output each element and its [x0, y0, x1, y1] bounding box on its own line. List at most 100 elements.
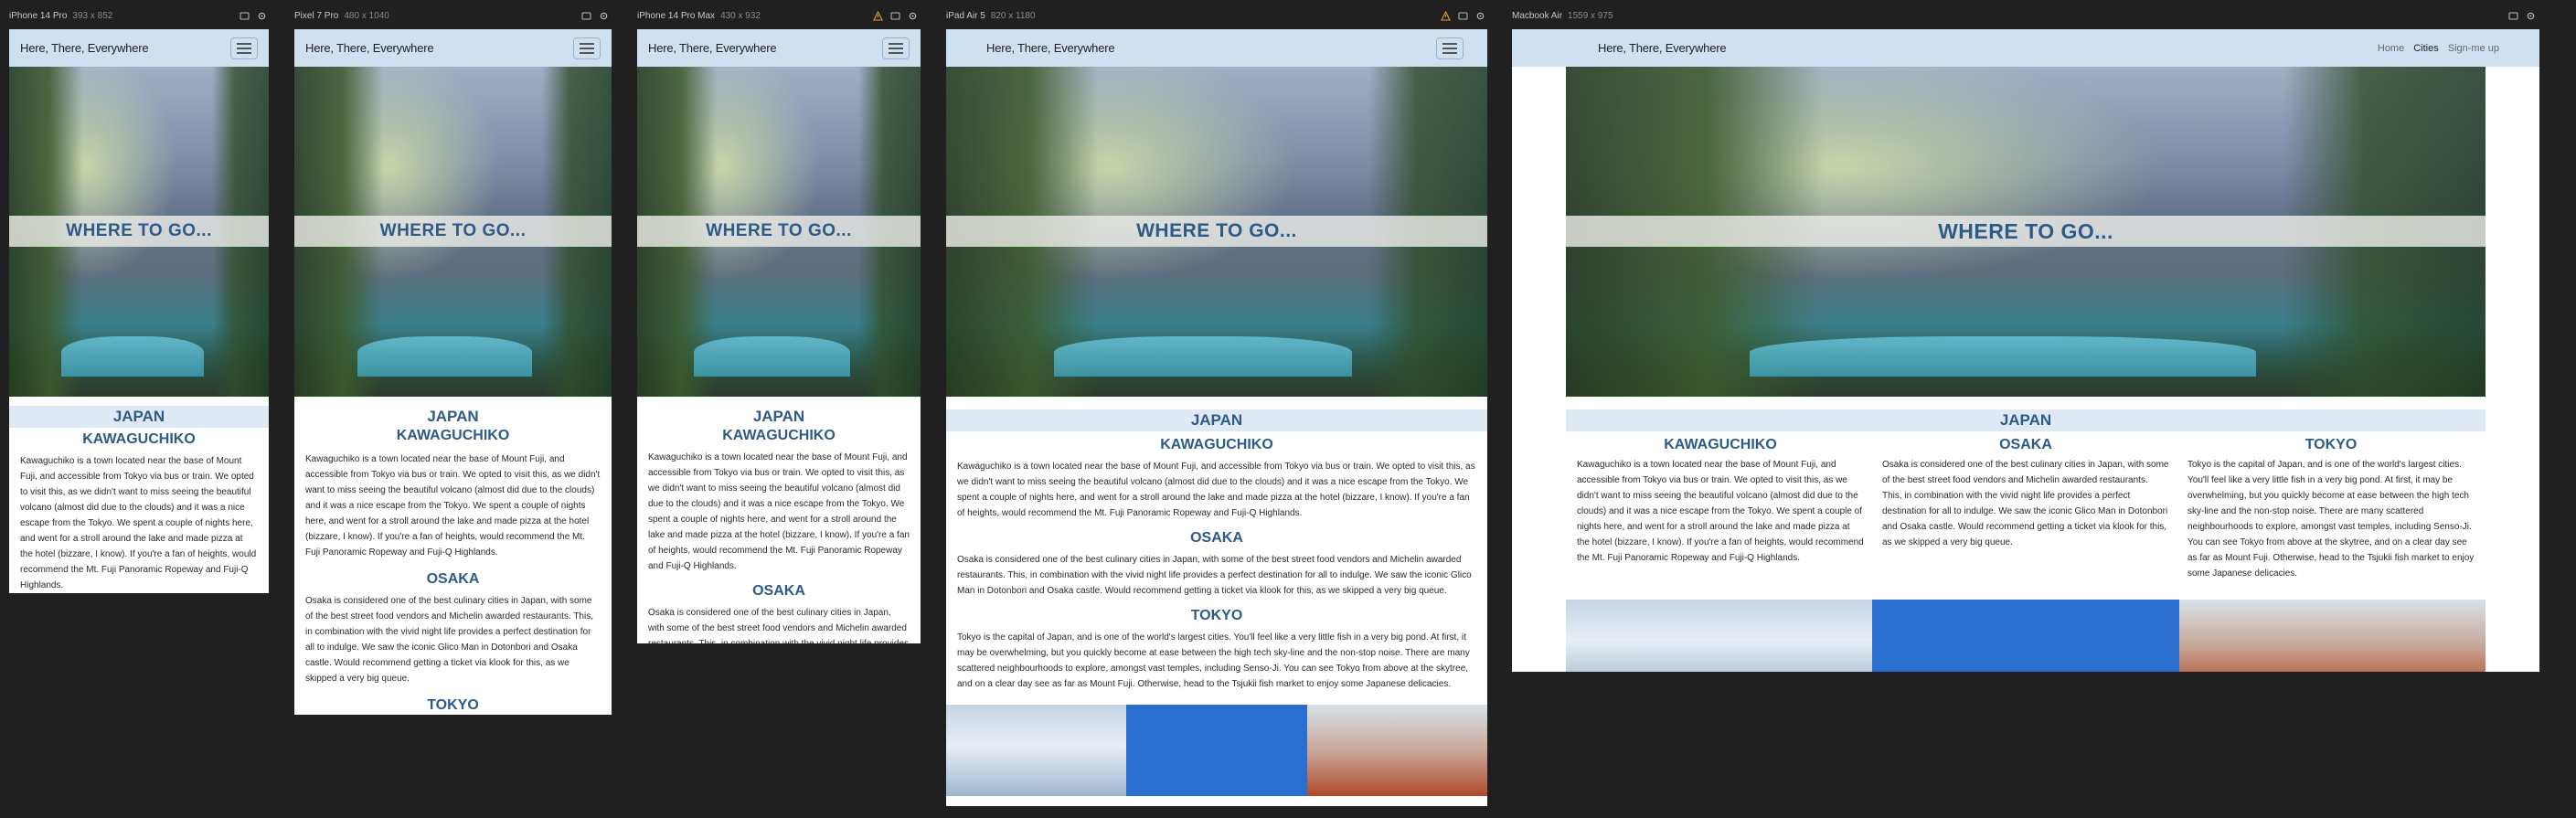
- tablet-icon[interactable]: [2508, 11, 2518, 21]
- city-title: KAWAGUCHIKO: [82, 431, 196, 447]
- city-description: Tokyo is the capital of Japan, and is on…: [957, 632, 1470, 689]
- gear-icon[interactable]: [257, 11, 267, 21]
- nav-link-cities[interactable]: Cities: [2413, 43, 2439, 54]
- country-heading: JAPAN: [637, 406, 921, 428]
- hero-image: WHERE TO GO...: [294, 67, 612, 397]
- city-title: OSAKA: [1999, 437, 2052, 452]
- city-title: TOKYO: [1190, 608, 1243, 623]
- photo-blue-sky: [1126, 705, 1307, 796]
- hero-title: WHERE TO GO...: [1566, 216, 2486, 247]
- content-section: JAPAN KAWAGUCHIKO Kawaguchiko is a town …: [9, 406, 269, 593]
- navbar: Here, There, Everywhere: [946, 29, 1487, 67]
- photo-clouds: [946, 705, 1127, 796]
- navbar: Here, There, Everywhere: [637, 29, 921, 67]
- city-description: Kawaguchiko is a town located near the b…: [648, 452, 910, 571]
- hero-image: WHERE TO GO...: [637, 67, 921, 397]
- brand-link[interactable]: Here, There, Everywhere: [1598, 41, 1727, 55]
- city-title: OSAKA: [426, 571, 480, 587]
- photo-row: [946, 705, 1487, 796]
- page-container: WHERE TO GO... JAPAN KAWAGUCHIKO Kawaguc…: [1566, 67, 2486, 672]
- city-description: Osaka is considered one of the best culi…: [1882, 460, 2169, 547]
- city-columns: KAWAGUCHIKO Kawaguchiko is a town locate…: [1566, 431, 2486, 581]
- city-title: TOKYO: [427, 697, 479, 713]
- hero-title: WHERE TO GO...: [294, 216, 612, 247]
- tablet-icon[interactable]: [890, 11, 900, 21]
- city-column: OSAKA Osaka is considered one of the bes…: [1882, 431, 2169, 581]
- hero-title: WHERE TO GO...: [9, 216, 269, 247]
- hamburger-menu-icon[interactable]: [573, 37, 601, 59]
- gear-icon[interactable]: [908, 11, 918, 21]
- country-heading: JAPAN: [9, 406, 269, 428]
- device-label-iphone-14-pro-max: iPhone 14 Pro Max 430 x 932: [637, 7, 761, 24]
- tablet-icon[interactable]: [240, 11, 250, 21]
- device-name: iPhone 14 Pro: [9, 10, 68, 21]
- city-title: KAWAGUCHIKO: [722, 428, 836, 443]
- hero-title: WHERE TO GO...: [946, 216, 1487, 247]
- device-label-iphone-14-pro: iPhone 14 Pro 393 x 852: [9, 7, 112, 24]
- tablet-icon[interactable]: [1458, 11, 1468, 21]
- warning-icon[interactable]: [1441, 10, 1451, 21]
- city-title: KAWAGUCHIKO: [1664, 437, 1777, 452]
- city-column: TOKYO Tokyo is the capital of Japan, and…: [2187, 431, 2475, 581]
- tablet-icon[interactable]: [581, 11, 591, 21]
- device-toolbar: [240, 7, 267, 24]
- device-toolbar: [1441, 7, 1485, 24]
- city-description: Kawaguchiko is a town located near the b…: [957, 462, 1475, 518]
- hero-image: WHERE TO GO...: [946, 67, 1487, 397]
- photo-blue-sky: [1872, 600, 2179, 672]
- warning-icon[interactable]: [873, 10, 883, 21]
- city-title: TOKYO: [2305, 437, 2358, 452]
- hero-image: WHERE TO GO...: [1566, 67, 2486, 397]
- device-dims: 480 x 1040: [344, 10, 389, 21]
- brand-link[interactable]: Here, There, Everywhere: [305, 41, 434, 55]
- nav-link-home[interactable]: Home: [2378, 43, 2404, 54]
- content-section: JAPAN KAWAGUCHIKO Kawaguchiko is a town …: [294, 406, 612, 714]
- viewport-ipad-air-5: Here, There, Everywhere WHERE TO GO... J…: [946, 29, 1487, 806]
- photo-row: [1566, 600, 2486, 672]
- city-title: KAWAGUCHIKO: [1160, 437, 1273, 452]
- device-dims: 393 x 852: [72, 10, 113, 21]
- hamburger-menu-icon[interactable]: [230, 37, 258, 59]
- device-name: Macbook Air: [1512, 10, 1563, 21]
- viewport-iphone-14-pro-max: Here, There, Everywhere WHERE TO GO... J…: [637, 29, 921, 643]
- brand-link[interactable]: Here, There, Everywhere: [648, 41, 777, 55]
- viewport-macbook-air: Here, There, Everywhere Home Cities Sign…: [1512, 29, 2539, 672]
- device-name: Pixel 7 Pro: [294, 10, 339, 21]
- city-description: Kawaguchiko is a town located near the b…: [20, 456, 257, 590]
- country-heading: JAPAN: [946, 409, 1487, 431]
- gear-icon[interactable]: [599, 11, 609, 21]
- hero-image: WHERE TO GO...: [9, 67, 269, 397]
- navbar: Here, There, Everywhere: [9, 29, 269, 67]
- hamburger-menu-icon[interactable]: [882, 37, 910, 59]
- navbar: Here, There, Everywhere: [294, 29, 612, 67]
- photo-autumn-tree: [1306, 705, 1487, 796]
- viewport-iphone-14-pro: Here, There, Everywhere WHERE TO GO... J…: [9, 29, 269, 593]
- device-name: iPhone 14 Pro Max: [637, 10, 716, 21]
- brand-link[interactable]: Here, There, Everywhere: [20, 41, 149, 55]
- city-title: OSAKA: [752, 583, 805, 599]
- hamburger-menu-icon[interactable]: [1436, 37, 1464, 59]
- city-description: Osaka is considered one of the best culi…: [305, 596, 593, 684]
- city-title: KAWAGUCHIKO: [396, 428, 510, 443]
- viewport-pixel-7-pro: Here, There, Everywhere WHERE TO GO... J…: [294, 29, 612, 715]
- brand-link[interactable]: Here, There, Everywhere: [986, 41, 1115, 55]
- content-section: JAPAN KAWAGUCHIKO Kawaguchiko is a town …: [946, 409, 1487, 796]
- navbar: Here, There, Everywhere Home Cities Sign…: [1512, 29, 2539, 67]
- device-label-ipad-air-5: iPad Air 5 820 x 1180: [946, 7, 1036, 24]
- content-section: JAPAN KAWAGUCHIKO Kawaguchiko is a town …: [637, 406, 921, 643]
- city-description: Osaka is considered one of the best culi…: [957, 555, 1472, 596]
- gear-icon[interactable]: [2526, 11, 2536, 21]
- photo-clouds: [1566, 600, 1873, 672]
- city-description: Kawaguchiko is a town located near the b…: [1577, 460, 1864, 563]
- hero-title: WHERE TO GO...: [637, 216, 921, 247]
- gear-icon[interactable]: [1475, 11, 1485, 21]
- city-description: Tokyo is the capital of Japan, and is on…: [2187, 460, 2475, 579]
- device-label-pixel-7-pro: Pixel 7 Pro 480 x 1040: [294, 7, 389, 24]
- device-dims: 1559 x 975: [1568, 10, 1613, 21]
- nav-link-sign-up[interactable]: Sign-me up: [2448, 43, 2499, 54]
- device-dims: 430 x 932: [720, 10, 761, 21]
- device-label-macbook-air: Macbook Air 1559 x 975: [1512, 7, 1613, 24]
- city-title: OSAKA: [1190, 530, 1243, 546]
- country-heading: JAPAN: [1566, 409, 2486, 431]
- device-toolbar: [2508, 7, 2536, 24]
